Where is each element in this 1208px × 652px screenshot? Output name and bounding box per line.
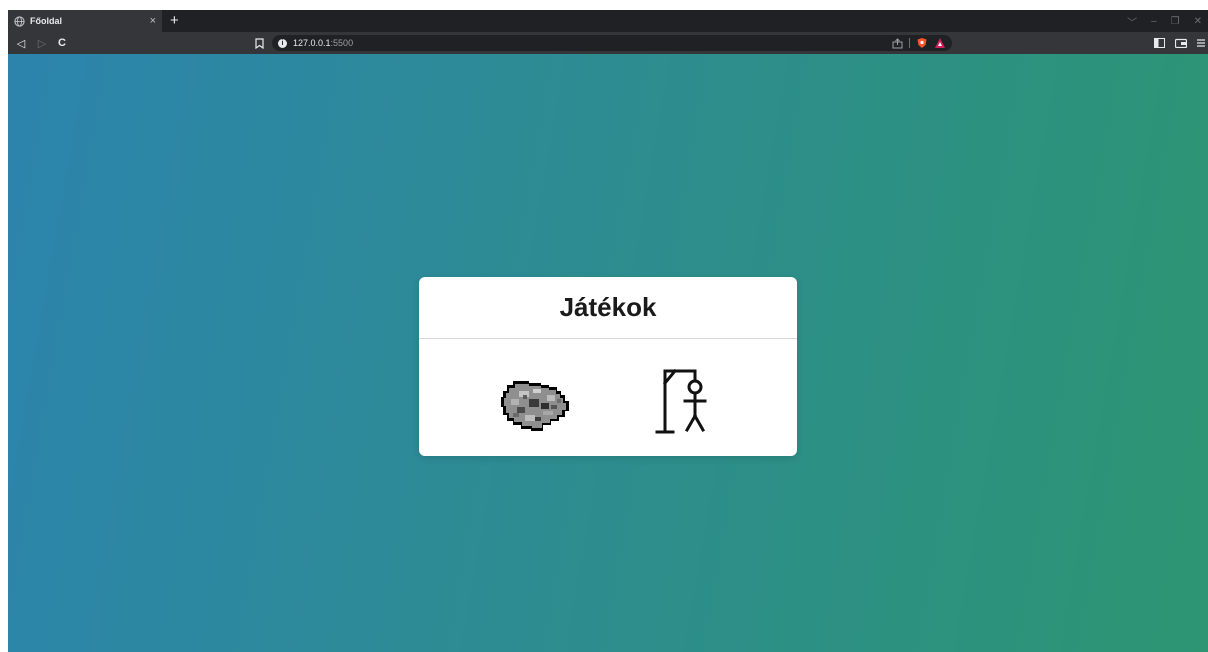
page-viewport: Játékok xyxy=(8,54,1208,652)
wallet-icon[interactable] xyxy=(1175,38,1187,48)
omnibox-actions xyxy=(892,35,946,51)
tab-close-icon[interactable]: × xyxy=(150,15,156,27)
brave-rewards-icon[interactable] xyxy=(934,37,946,49)
tab-search-icon[interactable]: ﹀ xyxy=(1127,14,1137,29)
close-window-icon[interactable]: ✕ xyxy=(1194,16,1202,27)
globe-icon xyxy=(14,15,25,27)
url-port: :5500 xyxy=(330,38,354,48)
games-card: Játékok xyxy=(419,277,797,456)
divider xyxy=(909,38,910,48)
games-list xyxy=(419,339,797,456)
restore-icon[interactable]: ❐ xyxy=(1171,16,1180,27)
address-bar[interactable]: i 127.0.0.1 :5500 xyxy=(272,35,952,51)
forward-button[interactable]: ▷ xyxy=(35,32,49,54)
page-title: Játékok xyxy=(419,277,797,339)
hangman-icon xyxy=(655,368,707,434)
tab-title: Főoldal xyxy=(30,16,62,26)
window-controls: ﹀ – ❐ ✕ xyxy=(1127,10,1208,32)
url-host: 127.0.0.1 xyxy=(293,38,331,48)
menu-icon[interactable] xyxy=(1197,38,1205,48)
new-tab-button[interactable]: + xyxy=(170,11,179,31)
minimize-icon[interactable]: – xyxy=(1151,16,1157,27)
reload-button[interactable]: C xyxy=(55,32,69,54)
back-button[interactable]: ◁ xyxy=(14,32,28,54)
asteroid-icon xyxy=(501,381,569,431)
bookmark-button[interactable] xyxy=(253,32,265,54)
share-icon[interactable] xyxy=(892,37,903,49)
toolbar-right xyxy=(1154,32,1208,54)
sidebar-icon[interactable] xyxy=(1154,38,1165,48)
tab-strip: Főoldal × + ﹀ – ❐ ✕ xyxy=(8,10,1208,32)
browser-window: Főoldal × + ﹀ – ❐ ✕ ◁ ▷ C i 127.0.0.1 :5… xyxy=(8,10,1208,652)
tab-fooldal[interactable]: Főoldal × xyxy=(8,10,162,32)
asteroid-game-button[interactable] xyxy=(499,377,571,440)
hangman-game-button[interactable] xyxy=(655,368,717,441)
brave-shields-icon[interactable] xyxy=(916,37,928,49)
toolbar: ◁ ▷ C i 127.0.0.1 :5500 xyxy=(8,32,1208,54)
site-info-icon[interactable]: i xyxy=(278,38,287,48)
bookmark-icon xyxy=(254,37,264,49)
